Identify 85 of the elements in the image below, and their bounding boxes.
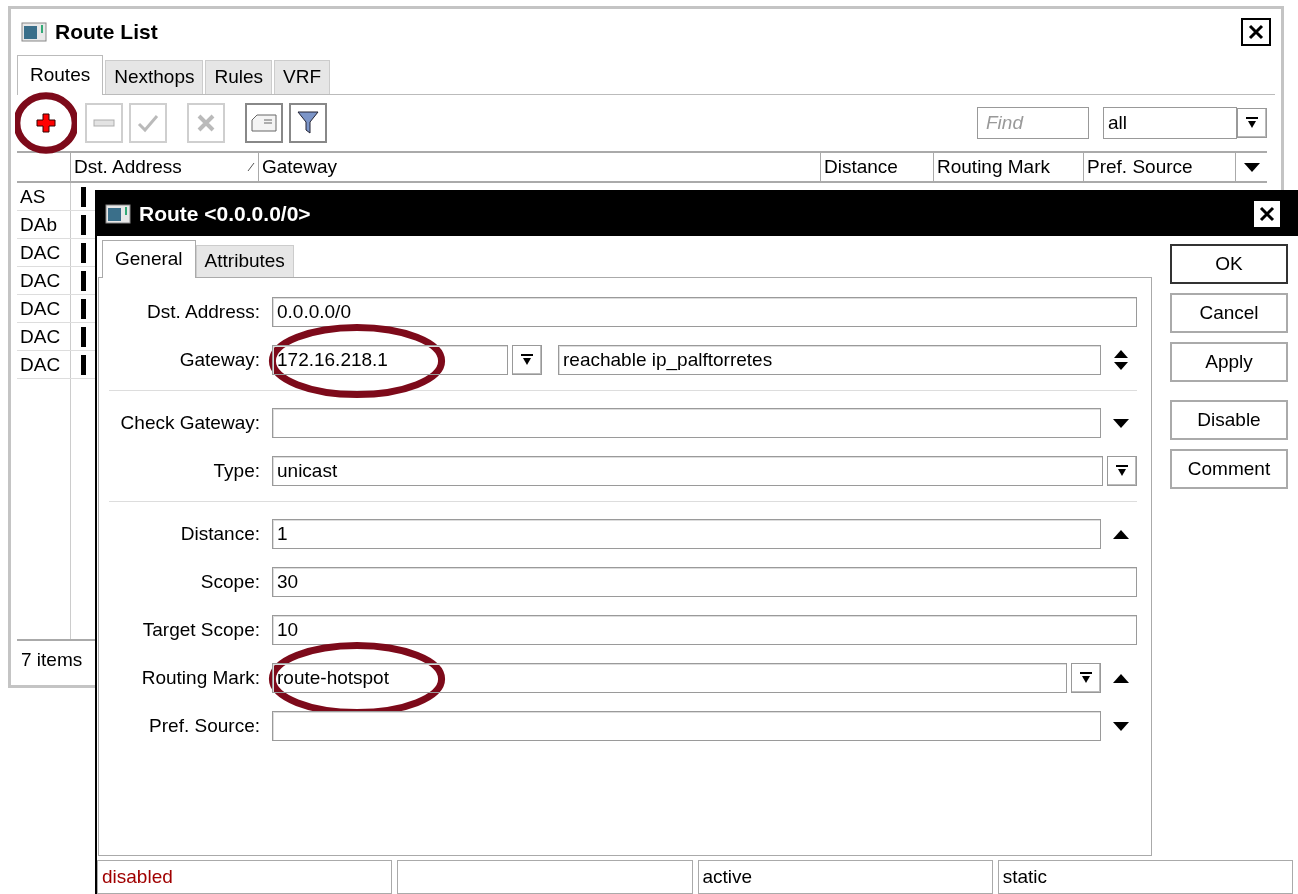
input-field[interactable]: reachable ip_palftorretes bbox=[558, 345, 1101, 375]
field-label: Pref. Source: bbox=[148, 713, 260, 738]
up-down-arrows-icon[interactable] bbox=[1113, 349, 1129, 371]
input-field[interactable]: 1 bbox=[272, 519, 1101, 549]
down-arrow-icon[interactable] bbox=[1113, 418, 1129, 428]
close-button[interactable] bbox=[1253, 200, 1281, 228]
dialog-button[interactable]: OK bbox=[1170, 244, 1288, 284]
item-count: 7 items bbox=[20, 647, 84, 672]
table-cell: DAC bbox=[17, 239, 71, 266]
filter-icon bbox=[297, 111, 319, 135]
row-marker bbox=[81, 327, 86, 347]
dropdown-icon bbox=[1079, 671, 1093, 685]
toolbar-button[interactable] bbox=[289, 103, 327, 143]
dialog-title: Route <0.0.0.0/0> bbox=[139, 201, 312, 228]
input-field[interactable]: unicast bbox=[272, 456, 1103, 486]
close-icon bbox=[1248, 24, 1264, 40]
close-icon bbox=[1259, 206, 1275, 222]
tab[interactable]: VRF bbox=[274, 60, 331, 94]
window-title: Route List bbox=[55, 19, 159, 46]
status-cell: active bbox=[697, 860, 993, 894]
minus-icon bbox=[93, 118, 115, 128]
row-marker bbox=[81, 243, 86, 263]
table-cell: DAC bbox=[17, 351, 71, 378]
input-field[interactable]: 30 bbox=[272, 567, 1137, 597]
check-icon bbox=[137, 113, 159, 133]
row-marker bbox=[81, 355, 86, 375]
dropdown-button[interactable] bbox=[1107, 456, 1137, 486]
dropdown-icon bbox=[1115, 464, 1129, 478]
field-label: Check Gateway: bbox=[119, 410, 260, 435]
window-icon bbox=[21, 22, 47, 42]
column-header[interactable]: Distance bbox=[821, 153, 934, 181]
tab[interactable]: Rules bbox=[205, 60, 273, 94]
plus-icon bbox=[36, 113, 56, 133]
tab[interactable]: Nexthops bbox=[105, 60, 204, 94]
dialog-button[interactable]: Apply bbox=[1170, 342, 1288, 382]
table-cell: DAC bbox=[17, 295, 71, 322]
input-field[interactable] bbox=[272, 408, 1101, 438]
input-field[interactable]: 172.16.218.1 bbox=[272, 345, 508, 375]
row-marker bbox=[81, 215, 86, 235]
input-field[interactable]: 10 bbox=[272, 615, 1137, 645]
note-icon bbox=[251, 114, 277, 132]
field-label: Distance: bbox=[179, 521, 260, 546]
close-button[interactable] bbox=[1241, 18, 1271, 46]
column-header[interactable]: Dst. Address bbox=[71, 153, 259, 181]
dropdown-button[interactable] bbox=[1237, 108, 1267, 138]
field-label: Target Scope: bbox=[141, 617, 260, 642]
field-label: Gateway: bbox=[178, 347, 260, 372]
tab[interactable]: Attributes bbox=[195, 245, 294, 277]
row-marker bbox=[81, 299, 86, 319]
input-field[interactable]: route-hotspot bbox=[272, 663, 1067, 693]
table-cell: DAC bbox=[17, 323, 71, 350]
filter-select[interactable]: all bbox=[1103, 107, 1237, 139]
dialog-button[interactable]: Disable bbox=[1170, 400, 1288, 440]
dropdown-button[interactable] bbox=[1071, 663, 1101, 693]
dialog-button[interactable]: Comment bbox=[1170, 449, 1288, 489]
down-arrow-icon[interactable] bbox=[1243, 162, 1260, 172]
tab[interactable]: General bbox=[102, 240, 196, 278]
field-label: Scope: bbox=[199, 569, 260, 594]
field-label: Dst. Address: bbox=[146, 299, 260, 324]
cross-icon bbox=[196, 113, 216, 133]
dropdown-button[interactable] bbox=[512, 345, 542, 375]
column-header[interactable]: Routing Mark bbox=[934, 153, 1084, 181]
up-arrow-icon[interactable] bbox=[1113, 673, 1129, 683]
dropdown-icon bbox=[520, 353, 534, 367]
tab[interactable]: Routes bbox=[17, 55, 104, 95]
input-field[interactable]: 0.0.0.0/0 bbox=[272, 297, 1137, 327]
row-marker bbox=[81, 187, 86, 207]
table-cell: DAb bbox=[17, 211, 71, 238]
column-header[interactable]: Gateway bbox=[259, 153, 821, 181]
dropdown-icon bbox=[1245, 116, 1259, 130]
row-marker bbox=[81, 271, 86, 291]
field-label: Type: bbox=[212, 458, 260, 483]
column-header[interactable]: Pref. Source bbox=[1084, 153, 1236, 181]
status-cell: static bbox=[997, 860, 1293, 894]
find-field[interactable]: Find bbox=[977, 107, 1089, 139]
window-icon bbox=[105, 204, 131, 224]
status-cell: disabled bbox=[97, 860, 393, 894]
input-field[interactable] bbox=[272, 711, 1101, 741]
field-label: Routing Mark: bbox=[140, 665, 260, 690]
table-cell: DAC bbox=[17, 267, 71, 294]
up-arrow-icon[interactable] bbox=[1113, 529, 1129, 539]
table-cell: AS bbox=[17, 183, 71, 210]
dialog-button[interactable]: Cancel bbox=[1170, 293, 1288, 333]
sort-icon bbox=[247, 162, 255, 172]
down-arrow-icon[interactable] bbox=[1113, 721, 1129, 731]
